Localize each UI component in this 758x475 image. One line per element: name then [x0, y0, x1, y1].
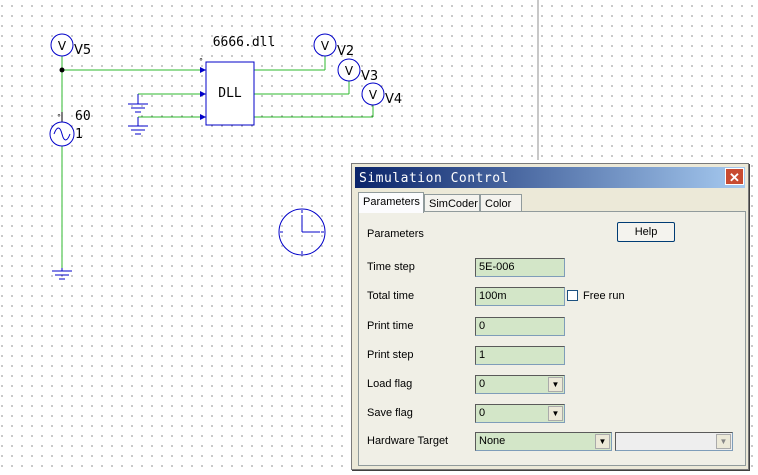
- chevron-down-icon[interactable]: ▼: [548, 406, 563, 421]
- section-label: Parameters: [367, 228, 424, 240]
- help-button[interactable]: Help: [617, 222, 675, 242]
- print-time-label: Print time: [367, 320, 414, 332]
- dll-filename: 6666.dll: [213, 35, 276, 50]
- chevron-down-icon[interactable]: ▼: [548, 377, 563, 392]
- voltmeter-label: V2: [337, 44, 354, 59]
- pin-marker: °: [199, 57, 203, 66]
- load-flag-value: 0: [479, 378, 486, 390]
- dialog-title-bar[interactable]: Simulation Control ✕: [355, 167, 745, 188]
- total-time-field[interactable]: 100m: [475, 287, 565, 306]
- chevron-down-icon[interactable]: ▼: [595, 434, 610, 449]
- parameters-panel: Parameters Help Time step 5E-006 Total t…: [358, 211, 746, 466]
- hardware-target-secondary-select: ▼: [615, 432, 733, 451]
- voltmeter-label: V3: [361, 69, 378, 84]
- tab-color[interactable]: Color: [480, 194, 522, 212]
- dll-block-label: DLL: [218, 86, 242, 101]
- time-step-field[interactable]: 5E-006: [475, 258, 565, 277]
- total-time-label: Total time: [367, 290, 415, 302]
- print-time-field[interactable]: 0: [475, 317, 565, 336]
- tab-simcoder[interactable]: SimCoder: [424, 194, 480, 212]
- junction-dot: [59, 67, 65, 73]
- voltmeter-v2[interactable]: V: [313, 33, 337, 57]
- voltmeter-glyph: V: [345, 64, 354, 78]
- free-run-label: Free run: [583, 290, 625, 302]
- voltmeter-label: V5: [74, 43, 91, 58]
- print-step-field[interactable]: 1: [475, 346, 565, 365]
- chevron-down-icon: ▼: [716, 434, 731, 449]
- save-flag-value: 0: [479, 407, 486, 419]
- simulation-clock-icon[interactable]: [278, 208, 326, 256]
- ground-icon: [128, 94, 148, 113]
- ground-icon: [128, 117, 148, 135]
- save-flag-label: Save flag: [367, 407, 413, 419]
- load-flag-label: Load flag: [367, 378, 413, 390]
- ground-icon: [52, 268, 72, 280]
- pin-marker: °: [57, 113, 61, 122]
- voltmeter-glyph: V: [369, 88, 378, 102]
- voltmeter-v3[interactable]: V: [337, 58, 361, 82]
- save-flag-select[interactable]: 0 ▼: [475, 404, 565, 423]
- voltmeter-v5[interactable]: V: [50, 33, 74, 57]
- hardware-target-select[interactable]: None ▼: [475, 432, 612, 451]
- source-value: 60: [75, 109, 91, 124]
- ac-source[interactable]: [49, 112, 75, 147]
- dialog-title: Simulation Control: [359, 171, 509, 186]
- load-flag-select[interactable]: 0 ▼: [475, 375, 565, 394]
- simulation-control-dialog: Simulation Control ✕ Parameters SimCoder…: [351, 163, 749, 470]
- tab-parameters[interactable]: Parameters: [358, 192, 424, 213]
- voltmeter-glyph: V: [58, 39, 67, 53]
- free-run-checkbox[interactable]: [567, 290, 578, 301]
- voltmeter-v4[interactable]: V: [361, 82, 385, 106]
- time-step-label: Time step: [367, 261, 415, 273]
- print-step-label: Print step: [367, 349, 414, 361]
- close-icon[interactable]: ✕: [725, 168, 744, 185]
- hardware-target-label: Hardware Target: [367, 435, 449, 447]
- hardware-target-value: None: [479, 435, 506, 447]
- voltmeter-glyph: V: [321, 39, 330, 53]
- voltmeter-label: V4: [385, 92, 402, 107]
- source-name: 1: [75, 127, 83, 142]
